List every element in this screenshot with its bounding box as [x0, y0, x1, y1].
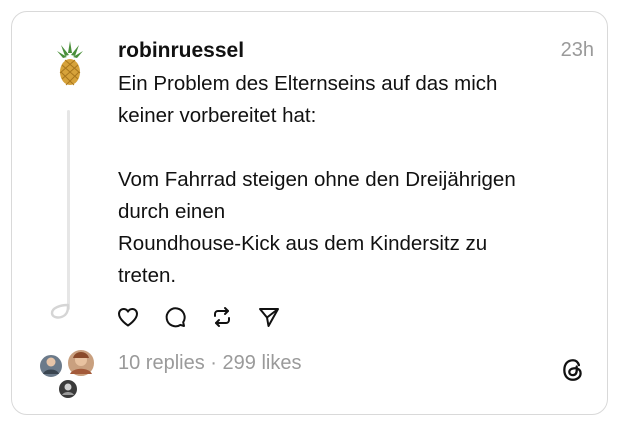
- reply-button[interactable]: [163, 305, 187, 329]
- send-icon: [259, 308, 279, 327]
- post-line-empty: [118, 132, 558, 164]
- user-avatar[interactable]: [52, 39, 88, 87]
- post-body: Ein Problem des Elternseins auf das mich…: [118, 68, 558, 292]
- post-line: keiner vorbereitet hat:: [118, 104, 317, 127]
- likes-link[interactable]: 299 likes: [223, 352, 302, 374]
- post-time[interactable]: 23h: [561, 39, 594, 62]
- replier-avatars[interactable]: [37, 347, 99, 401]
- post-line: durch einen: [118, 200, 226, 223]
- thread-loop-icon: [50, 303, 70, 319]
- like-button[interactable]: [116, 305, 140, 329]
- post-line: treten.: [118, 264, 177, 287]
- post-line: Vom Fahrrad steigen ohne den Dreijährige…: [118, 168, 516, 191]
- pineapple-avatar-icon: [57, 41, 83, 86]
- repost-icon: [214, 307, 230, 327]
- share-button[interactable]: [257, 305, 281, 329]
- replies-link[interactable]: 10 replies: [118, 352, 205, 374]
- heart-icon: [118, 308, 138, 327]
- action-bar: [116, 305, 304, 331]
- comment-bubble-icon: [165, 307, 186, 328]
- meta-separator: ·: [210, 352, 217, 374]
- username[interactable]: robinruessel: [118, 39, 244, 63]
- engagement-stats: 10 replies · 299 likes: [118, 352, 301, 375]
- facepile-icon: [38, 348, 96, 400]
- thread-line: [67, 110, 70, 310]
- post-line: Ein Problem des Elternseins auf das mich: [118, 72, 498, 95]
- post-line: Roundhouse-Kick aus dem Kindersitz zu: [118, 232, 488, 255]
- repost-button[interactable]: [210, 305, 234, 329]
- threads-logo-icon[interactable]: [560, 357, 586, 383]
